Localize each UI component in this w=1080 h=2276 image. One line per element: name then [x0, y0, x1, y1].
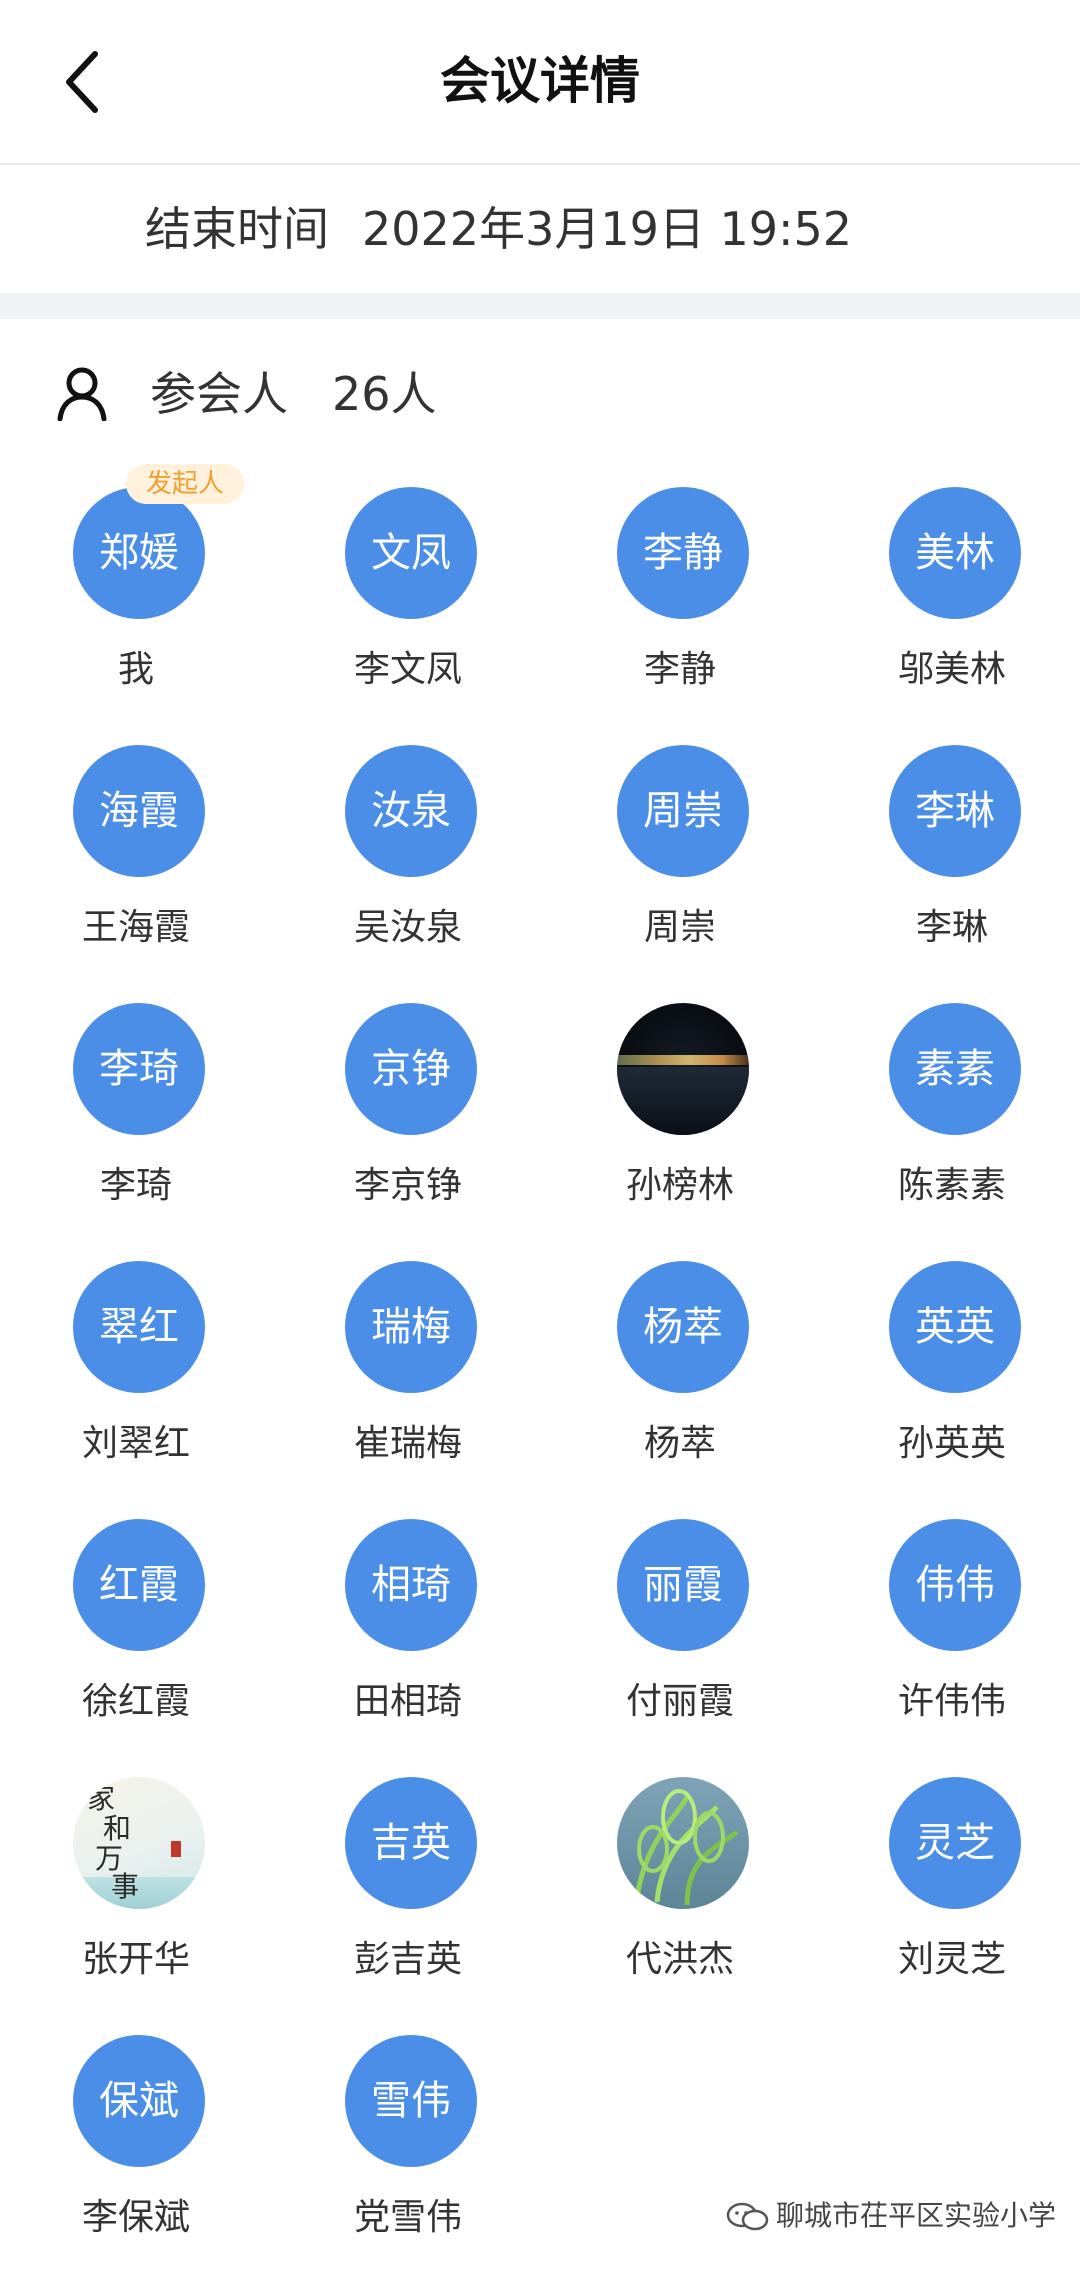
member-avatar: 翠红: [73, 1261, 205, 1393]
member-avatar: 海霞: [73, 745, 205, 877]
member-avatar: 丽霞: [617, 1519, 749, 1651]
member-item[interactable]: 瑞梅崔瑞梅: [272, 1244, 544, 1502]
participants-header: 参会人 26人: [0, 319, 1080, 469]
member-name: 党雪伟: [353, 2197, 462, 2238]
member-name: 张开华: [81, 1939, 190, 1980]
wechat-icon: [726, 2202, 769, 2231]
section-divider: [0, 293, 1080, 319]
header-bar: 会议详情: [0, 0, 1080, 165]
member-avatar: 吉英: [345, 1777, 477, 1909]
initiator-badge: 发起人: [126, 464, 244, 504]
member-name: 李京铮: [353, 1165, 462, 1206]
member-item[interactable]: 伟伟许伟伟: [816, 1502, 1080, 1760]
member-avatar: 文凤: [345, 487, 477, 619]
member-name: 李静: [643, 649, 716, 690]
member-name: 田相琦: [353, 1681, 462, 1722]
member-avatar: 李琦: [73, 1003, 205, 1135]
member-avatar: 郑媛: [73, 487, 205, 619]
member-avatar: [617, 1777, 749, 1909]
member-name: 彭吉英: [353, 1939, 462, 1980]
avatar-art-char: 万: [95, 1842, 124, 1875]
member-name: 王海霞: [81, 907, 190, 948]
member-avatar: 相琦: [345, 1519, 477, 1651]
member-name: 刘翠红: [81, 1423, 190, 1464]
member-item[interactable]: 相琦田相琦: [272, 1502, 544, 1760]
member-item[interactable]: 李琦 李琦: [0, 986, 272, 1244]
member-avatar: 雪伟: [345, 2035, 477, 2167]
member-item[interactable]: 素素陈素素: [816, 986, 1080, 1244]
member-name: 吴汝泉: [353, 907, 462, 948]
member-item[interactable]: 文凤李文凤: [272, 470, 544, 728]
member-item[interactable]: 京铮李京铮: [272, 986, 544, 1244]
member-item[interactable]: 孙榜林: [544, 986, 816, 1244]
watermark-text: 聊城市茌平区实验小学: [776, 2199, 1057, 2232]
member-item[interactable]: 周崇 周崇: [544, 728, 816, 986]
member-name: 许伟伟: [897, 1681, 1006, 1722]
member-item[interactable]: 翠红刘翠红: [0, 1244, 272, 1502]
member-item[interactable]: 李静 李静: [544, 470, 816, 728]
member-avatar: 汝泉: [345, 745, 477, 877]
avatar-art-char: 和: [103, 1812, 132, 1845]
participants-count: 26人: [332, 367, 437, 421]
member-item[interactable]: 雪伟党雪伟: [272, 2018, 544, 2276]
member-item[interactable]: 杨萃 杨萃: [544, 1244, 816, 1502]
member-name: 刘灵芝: [897, 1939, 1006, 1980]
member-item[interactable]: 丽霞付丽霞: [544, 1502, 816, 1760]
member-item[interactable]: 代洪杰: [544, 1760, 816, 2018]
member-avatar: 伟伟: [889, 1519, 1021, 1651]
member-name: 李琦: [99, 1165, 172, 1206]
member-name: 孙英英: [897, 1423, 1006, 1464]
member-item[interactable]: 英英孙英英: [816, 1244, 1080, 1502]
member-item[interactable]: 美林邬美林: [816, 470, 1080, 728]
member-name: 付丽霞: [625, 1681, 734, 1722]
member-name: 我: [117, 649, 154, 690]
member-item[interactable]: 红霞徐红霞: [0, 1502, 272, 1760]
member-avatar: 保斌: [73, 2035, 205, 2167]
member-avatar: 素素: [889, 1003, 1021, 1135]
person-icon: [57, 367, 107, 421]
back-button[interactable]: [55, 42, 115, 122]
avatar-art-char: 家: [87, 1782, 116, 1815]
member-avatar: 美林: [889, 487, 1021, 619]
member-name: 周崇: [643, 907, 716, 948]
participants-label: 参会人: [150, 367, 288, 421]
member-avatar: 英英: [889, 1261, 1021, 1393]
member-avatar: 红霞: [73, 1519, 205, 1651]
member-name: 李琳: [915, 907, 988, 948]
member-item[interactable]: 汝泉吴汝泉: [272, 728, 544, 986]
member-avatar: 周崇: [617, 745, 749, 877]
member-item[interactable]: 李琳 李琳: [816, 728, 1080, 986]
member-name: 陈素素: [897, 1165, 1006, 1206]
avatar-art-char: 事: [111, 1870, 140, 1903]
member-avatar: 灵芝: [889, 1777, 1021, 1909]
member-avatar: 瑞梅: [345, 1261, 477, 1393]
member-name: 徐红霞: [81, 1681, 190, 1722]
chevron-left-icon: [66, 51, 98, 113]
member-item[interactable]: 灵芝刘灵芝: [816, 1760, 1080, 2018]
member-name: 杨萃: [643, 1423, 716, 1464]
member-item[interactable]: 家和万事张开华: [0, 1760, 272, 2018]
member-avatar: 李琳: [889, 745, 1021, 877]
end-time-label: 结束时间: [145, 202, 329, 256]
member-avatar: 京铮: [345, 1003, 477, 1135]
member-name: 孙榜林: [625, 1165, 734, 1206]
member-item[interactable]: 郑媛 发起人我: [0, 464, 272, 728]
member-avatar: 家和万事: [73, 1777, 205, 1909]
member-name: 李文凤: [353, 649, 462, 690]
member-avatar: 杨萃: [617, 1261, 749, 1393]
member-item[interactable]: 吉英彭吉英: [272, 1760, 544, 2018]
end-time-row: 结束时间 2022年3月19日 19:52: [0, 165, 1080, 293]
member-name: 李保斌: [81, 2197, 190, 2238]
member-name: 代洪杰: [625, 1939, 734, 1980]
member-name: 崔瑞梅: [353, 1423, 462, 1464]
member-avatar: [617, 1003, 749, 1135]
end-time-value: 2022年3月19日 19:52: [362, 202, 853, 256]
member-item[interactable]: 保斌李保斌: [0, 2018, 272, 2276]
member-name: 邬美林: [897, 649, 1006, 690]
page-title: 会议详情: [440, 52, 640, 110]
member-item[interactable]: 海霞王海霞: [0, 728, 272, 986]
member-avatar: 李静: [617, 487, 749, 619]
